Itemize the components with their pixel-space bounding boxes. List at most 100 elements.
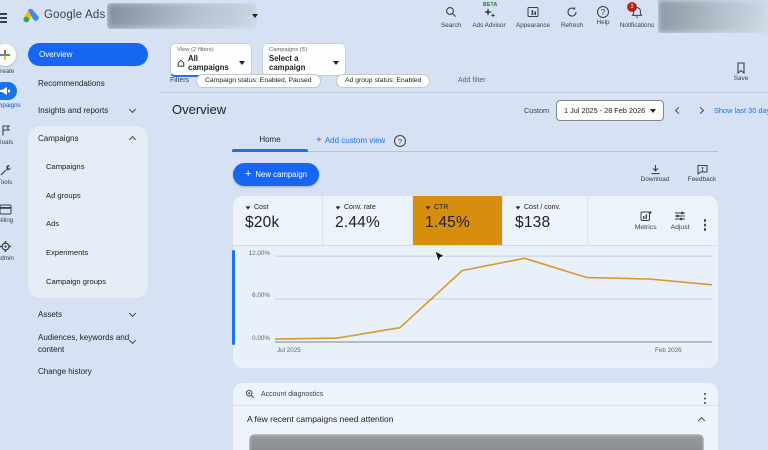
metrics-row: Cost $20k Conv. rate 2.44% CTR 1.45% Cos… — [233, 196, 718, 246]
metric-ctr[interactable]: CTR 1.45% — [413, 196, 503, 245]
add-filter-button[interactable]: Add filter — [458, 77, 486, 84]
caret-down-icon — [246, 206, 251, 209]
rail-item-billing[interactable]: Billing — [0, 204, 22, 224]
metrics-chart-icon — [635, 210, 657, 222]
appearance-icon — [527, 6, 539, 19]
add-custom-view-button[interactable]: + Add custom view — [316, 136, 385, 145]
beta-badge: BETA — [483, 2, 497, 8]
help-icon: ? — [597, 6, 609, 18]
diagnostics-alert-row[interactable]: A few recent campaigns need attention — [233, 406, 718, 432]
date-prev-button[interactable] — [675, 107, 682, 114]
caret-down-icon — [426, 206, 431, 209]
metric-conv-rate[interactable]: Conv. rate 2.44% — [323, 196, 413, 245]
diagnostics-search-icon — [245, 389, 255, 399]
download-button[interactable]: Download — [633, 164, 677, 183]
x-axis-tick: Jul 2025 — [277, 347, 301, 354]
show-last-30-days-link[interactable]: Show last 30 days — [714, 106, 768, 115]
view-selector[interactable]: View (2 filters) All campaigns — [170, 43, 252, 77]
home-icon — [177, 59, 185, 67]
sidebar-item-insights[interactable]: Insights and reports — [38, 106, 108, 115]
ads-advisor-button[interactable]: BETA Ads Advisor — [467, 6, 511, 29]
sidebar-item-audiences[interactable]: Audiences, keywords and content — [38, 332, 130, 356]
rail-item-create[interactable]: Create — [0, 44, 22, 75]
date-mode-label: Custom — [524, 106, 549, 115]
save-button[interactable]: Save — [726, 62, 756, 82]
rail-item-tools[interactable]: Tools — [0, 164, 22, 186]
sidebar-item-recommendations[interactable]: Recommendations — [38, 79, 105, 88]
gear-icon — [0, 240, 22, 253]
goals-icon — [0, 124, 22, 137]
caret-down-icon — [516, 206, 521, 209]
sidebar-item-ads[interactable]: Ads — [46, 219, 59, 228]
sidebar-item-change-history[interactable]: Change history — [38, 367, 92, 376]
redacted-content — [249, 434, 704, 450]
tab-help-icon[interactable]: ? — [394, 135, 406, 147]
y-axis-tick: 12.00% — [233, 250, 270, 257]
y-axis-tick: 6.00% — [233, 292, 270, 299]
google-ads-logo-icon — [23, 8, 39, 23]
new-campaign-button[interactable]: + New campaign — [233, 163, 319, 186]
chevron-down-icon[interactable] — [129, 106, 136, 113]
filter-chip-campaign-status[interactable]: Campaign status: Enabled, Paused — [196, 74, 321, 88]
plus-icon: + — [316, 137, 322, 145]
caret-down-icon — [336, 206, 341, 209]
adjust-button[interactable]: Adjust — [671, 210, 690, 231]
appearance-button[interactable]: Appearance — [511, 6, 555, 29]
diagnostics-more-icon[interactable] — [704, 393, 707, 396]
date-range-selector[interactable]: 1 Jul 2025 - 28 Feb 2026 — [556, 100, 664, 121]
download-icon — [633, 164, 677, 175]
y-axis-tick: 0.00% — [233, 335, 270, 342]
search-icon — [445, 6, 457, 19]
date-next-button[interactable] — [697, 107, 704, 114]
caret-down-icon — [333, 61, 339, 65]
refresh-icon — [566, 6, 578, 19]
mouse-cursor — [434, 250, 445, 265]
tools-icon — [0, 164, 22, 177]
caret-down-icon — [239, 61, 245, 65]
account-info-redacted — [107, 3, 257, 29]
diagnostics-header: Account diagnostics — [233, 383, 718, 406]
tab-home[interactable]: Home — [232, 135, 308, 144]
chevron-down-icon[interactable] — [129, 310, 136, 317]
chevron-down-icon[interactable] — [129, 337, 136, 344]
more-options-icon[interactable] — [704, 219, 707, 222]
sidebar-campaigns-group — [28, 126, 148, 298]
notification-count-badge: 1 — [627, 2, 637, 12]
bookmark-icon — [726, 62, 756, 74]
feedback-icon — [680, 164, 724, 175]
account-caret-icon[interactable] — [252, 14, 258, 18]
collapse-chevron-icon[interactable] — [698, 417, 705, 424]
metric-cost-per-conv[interactable]: Cost / conv. $138 — [503, 196, 588, 245]
rail-item-admin[interactable]: Admin — [0, 240, 22, 262]
x-axis-tick: Feb 2026 — [655, 347, 682, 354]
sliders-icon — [671, 210, 690, 222]
filters-label: Filters — [170, 77, 189, 84]
caret-down-icon — [650, 109, 656, 113]
sidebar-item-ad-groups[interactable]: Ad groups — [46, 191, 81, 200]
sidebar-item-campaigns[interactable]: Campaigns — [46, 162, 84, 171]
sidebar-item-assets[interactable]: Assets — [38, 310, 62, 319]
chart-left-indicator[interactable] — [232, 250, 235, 345]
ctr-line-plot[interactable] — [275, 249, 712, 346]
sparkle-icon: BETA — [483, 6, 496, 19]
create-plus-icon — [0, 44, 16, 66]
feedback-button[interactable]: Feedback — [680, 164, 724, 183]
menu-icon[interactable] — [0, 11, 7, 25]
sidebar-item-overview[interactable]: Overview — [28, 43, 148, 66]
rail-item-campaigns[interactable]: Campaigns — [0, 82, 22, 109]
metrics-actions: Metrics Adjust — [588, 196, 718, 245]
sidebar-item-campaign-groups[interactable]: Campaign groups — [46, 277, 106, 286]
sidebar-item-experiments[interactable]: Experiments — [46, 248, 88, 257]
billing-icon — [0, 204, 22, 215]
metrics-button[interactable]: Metrics — [635, 210, 657, 231]
metric-cost[interactable]: Cost $20k — [233, 196, 323, 245]
campaign-selector[interactable]: Campaigns (5) Select a campaign — [262, 43, 346, 76]
brand-title: Google Ads — [44, 9, 105, 21]
sidebar-item-campaigns-group[interactable]: Campaigns — [38, 134, 78, 143]
account-diagnostics-card: Account diagnostics A few recent campaig… — [233, 383, 718, 450]
tabs-baseline — [308, 151, 718, 152]
notifications-button[interactable]: 1 Notifications — [615, 6, 659, 29]
rail-item-goals[interactable]: Goals — [0, 124, 22, 146]
filter-chip-ad-group-status[interactable]: Ad group status: Enabled — [336, 74, 430, 88]
ctr-chart: 12.00% 6.00% 0.00% Jul 2025 Feb 2026 — [233, 246, 718, 367]
